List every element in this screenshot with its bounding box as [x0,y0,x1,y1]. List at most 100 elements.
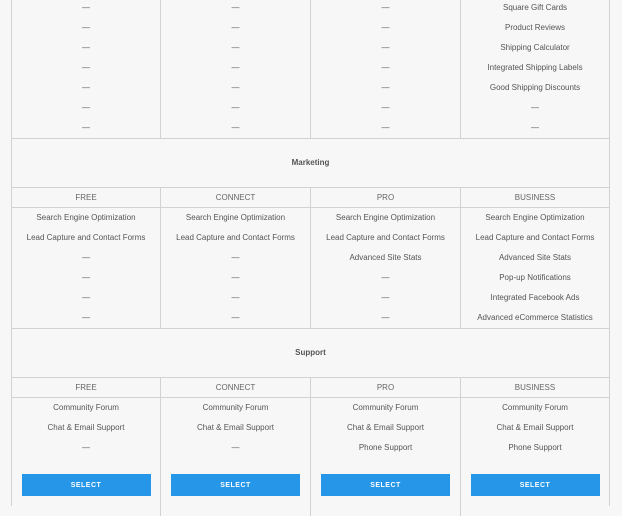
marketing-col-business: Search Engine Optimization Lead Capture … [461,208,609,328]
select-connect-button[interactable]: SELECT [171,474,300,496]
feature-cell: — [231,3,240,12]
feature-cell: — [82,123,90,132]
feature-cell: Shipping Calculator [500,43,570,52]
support-col-connect: Community Forum Chat & Email Support — S… [161,398,311,516]
pricing-comparison-page: — — — — — — — — — — — — — — — — — — — — … [0,0,622,516]
feature-cell: Good Shipping Discounts [489,83,581,92]
feature-cell: Community Forum [502,403,568,412]
feature-cell: — [381,83,390,92]
feature-cell: — [82,253,90,262]
feature-cell: Search Engine Optimization [185,213,286,222]
feature-cell: — [82,83,90,92]
feature-cell: — [231,443,240,452]
tier-label-pro: PRO [311,188,461,207]
feature-cell: — [231,273,240,282]
feature-cell: — [231,63,240,72]
feature-cell: Lead Capture and Contact Forms [176,233,295,242]
feature-cell: — [82,443,90,452]
feature-cell: — [531,123,539,132]
feature-cell: — [82,3,90,12]
feature-cell: — [381,123,390,132]
feature-cell: — [82,273,90,282]
tier-label-connect: CONNECT [161,378,311,397]
feature-cell: Phone Support [358,443,413,452]
feature-cell: Integrated Shipping Labels [487,63,583,72]
feature-cell: Chat & Email Support [496,423,574,432]
section-title-marketing: Marketing [12,138,609,187]
support-col-business: Community Forum Chat & Email Support Pho… [461,398,609,516]
select-free-button[interactable]: SELECT [21,474,151,496]
support-col-pro: Community Forum Chat & Email Support Pho… [311,398,461,516]
top-col-connect: — — — — — — — [161,0,311,138]
feature-cell: Integrated Facebook Ads [490,293,580,302]
tier-label-connect: CONNECT [161,188,311,207]
feature-cell: Search Engine Optimization [485,213,585,222]
support-tier-header: FREE CONNECT PRO BUSINESS [12,377,609,398]
feature-cell: Lead Capture and Contact Forms [326,233,445,242]
feature-cell: — [381,293,390,302]
feature-cell: Square Gift Cards [502,3,568,12]
feature-cell: — [231,253,240,262]
section-title-support: Support [12,328,609,377]
feature-cell: — [381,3,390,12]
feature-cell: — [531,103,539,112]
feature-cell: Advanced Site Stats [349,253,422,262]
feature-comparison-table: — — — — — — — — — — — — — — — — — — — — … [11,0,610,516]
tier-label-business: BUSINESS [514,383,556,392]
tier-label-free: FREE [12,378,161,397]
feature-cell: — [231,103,240,112]
marketing-col-connect: Search Engine Optimization Lead Capture … [161,208,311,328]
select-button-wrap: SELECT [311,458,460,516]
feature-cell: Lead Capture and Contact Forms [26,233,146,242]
feature-cell: Pop-up Notifications [499,273,571,282]
feature-cell: Search Engine Optimization [36,213,136,222]
feature-cell: Chat & Email Support [197,423,274,432]
feature-cell: — [231,83,240,92]
tier-label-pro: PRO [311,378,461,397]
feature-cell: Advanced Site Stats [498,253,572,262]
marketing-tier-header: FREE CONNECT PRO BUSINESS [12,187,609,208]
top-col-free: — — — — — — — [12,0,161,138]
feature-cell: — [381,43,390,52]
support-col-free: Community Forum Chat & Email Support — S… [12,398,161,516]
feature-cell: — [381,103,390,112]
marketing-col-free: Search Engine Optimization Lead Capture … [12,208,161,328]
feature-cell: — [231,43,240,52]
feature-cell: Chat & Email Support [347,423,424,432]
feature-cell: — [82,103,90,112]
feature-cell: — [82,43,90,52]
feature-cell: Search Engine Optimization [335,213,436,222]
feature-cell: — [231,23,240,32]
select-pro-button[interactable]: SELECT [321,474,450,496]
top-features-row: — — — — — — — — — — — — — — — — — — — — … [12,0,609,138]
feature-cell: Community Forum [352,403,419,412]
feature-cell: — [381,63,390,72]
marketing-features-row: Search Engine Optimization Lead Capture … [12,208,609,328]
feature-cell: — [82,293,90,302]
feature-cell: — [381,313,390,322]
feature-cell: Chat & Email Support [47,423,125,432]
feature-cell: Lead Capture and Contact Forms [475,233,595,242]
feature-cell: — [231,123,240,132]
select-business-button[interactable]: SELECT [470,474,600,496]
feature-cell: Product Reviews [504,23,566,32]
feature-cell: — [231,313,240,322]
feature-cell: — [82,63,90,72]
feature-cell: Phone Support [508,443,562,452]
tier-label-free: FREE [12,188,161,207]
support-features-row: Community Forum Chat & Email Support — S… [12,398,609,516]
feature-cell: — [82,313,90,322]
feature-cell: — [82,23,90,32]
select-button-wrap: SELECT [161,458,310,516]
feature-cell: — [381,273,390,282]
feature-cell: — [231,293,240,302]
top-col-pro: — — — — — — — [311,0,461,138]
feature-cell: — [381,23,390,32]
tier-label-business: BUSINESS [514,193,556,202]
top-col-business: Square Gift Cards Product Reviews Shippi… [461,0,609,138]
select-button-wrap: SELECT [12,458,160,516]
select-button-wrap: SELECT [461,458,609,516]
feature-cell: Community Forum [202,403,269,412]
marketing-col-pro: Search Engine Optimization Lead Capture … [311,208,461,328]
feature-cell: Advanced eCommerce Statistics [477,313,593,322]
